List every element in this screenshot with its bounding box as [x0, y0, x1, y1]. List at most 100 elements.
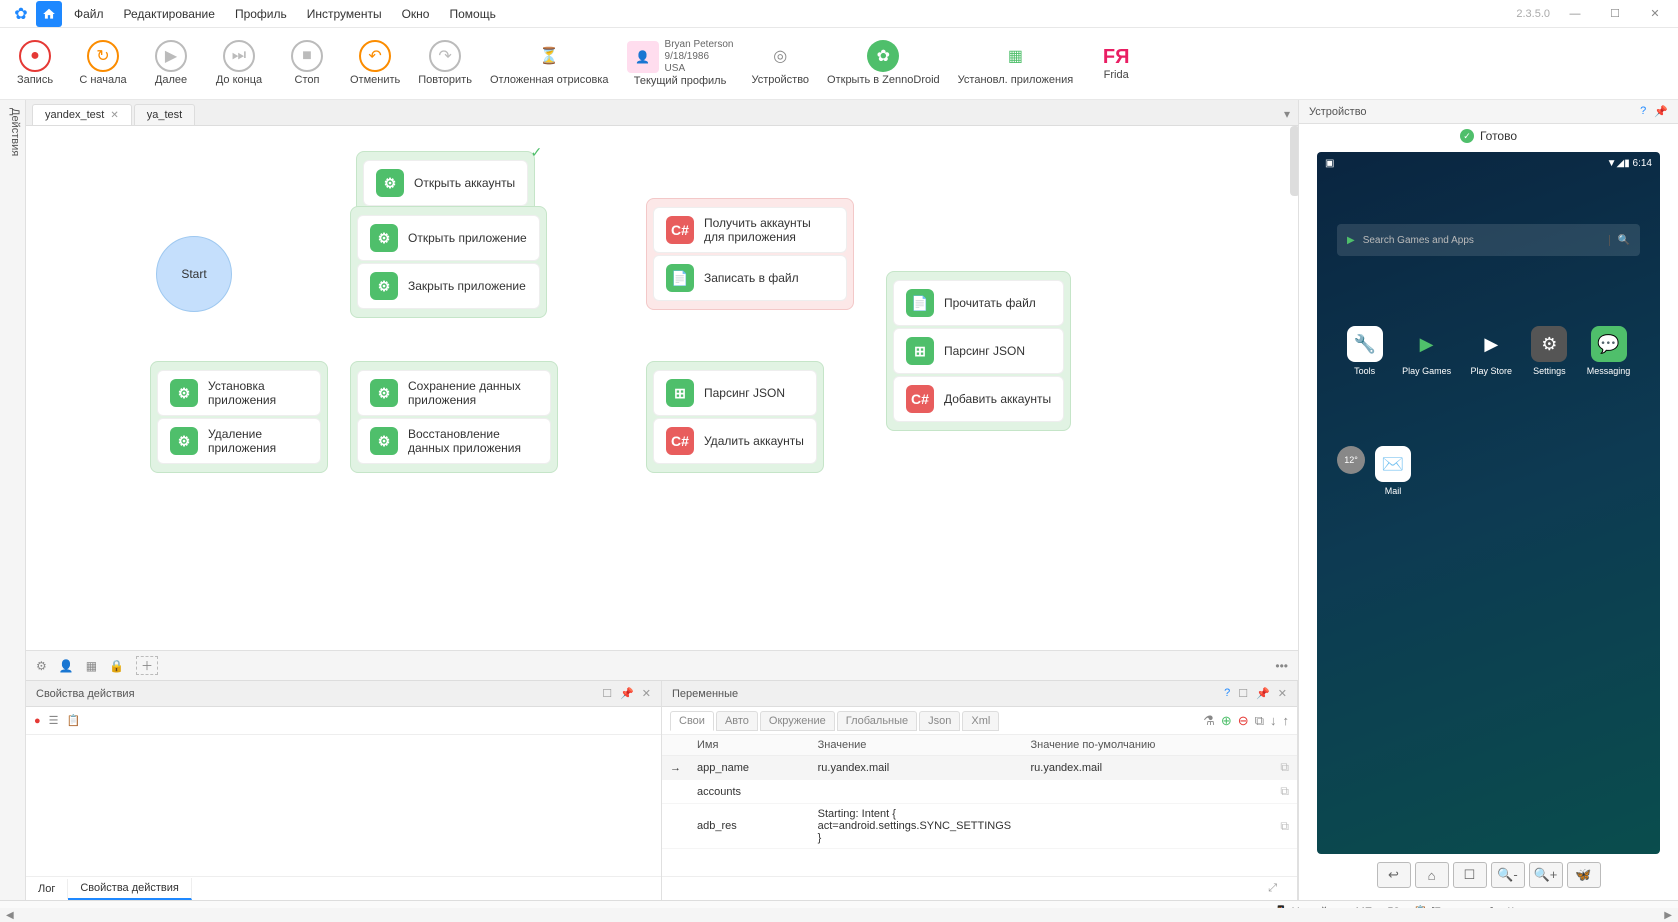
menu-tools[interactable]: Инструменты: [297, 3, 392, 25]
frida-button[interactable]: FЯFrida: [1091, 46, 1141, 81]
table-row[interactable]: accounts⧉: [662, 780, 1297, 804]
vars-tab-global[interactable]: Глобальные: [837, 711, 917, 731]
block-group-save[interactable]: ⚙Сохранение данных приложения ⚙Восстанов…: [350, 361, 558, 473]
copy-icon[interactable]: ⧉: [1255, 713, 1264, 729]
panel-title: Устройство: [1309, 106, 1367, 118]
list-icon[interactable]: ☰: [49, 714, 59, 727]
grid-icon[interactable]: ▦: [86, 659, 97, 673]
help-icon[interactable]: ?: [1640, 105, 1646, 118]
tab-close-icon[interactable]: ✕: [110, 110, 118, 121]
vars-tab-own[interactable]: Свои: [670, 711, 714, 731]
col-default[interactable]: Значение по-умолчанию: [1022, 735, 1272, 756]
copy-icon[interactable]: ⧉: [1272, 780, 1297, 804]
user-icon[interactable]: 👤: [59, 659, 74, 673]
app-play-games[interactable]: ▶Play Games: [1402, 326, 1451, 376]
open-zenno-button[interactable]: ✿Открыть в ZennoDroid: [827, 40, 940, 86]
gear-icon: ⚙: [370, 272, 398, 300]
filter-icon[interactable]: ⚗: [1203, 713, 1215, 729]
add-icon[interactable]: ＋: [136, 656, 158, 675]
menu-help[interactable]: Помощь: [439, 3, 505, 25]
list2-icon[interactable]: 📋: [67, 714, 81, 727]
recent-button[interactable]: ☐: [1453, 862, 1487, 888]
sidebar-actions-tab[interactable]: Действия: [0, 100, 26, 900]
pin-icon[interactable]: 📌: [1654, 105, 1668, 118]
menu-edit[interactable]: Редактирование: [114, 3, 225, 25]
pin-icon[interactable]: 📌: [620, 687, 634, 700]
zoom-in-button[interactable]: 🔍+: [1529, 862, 1563, 888]
copy-icon[interactable]: ⧉: [1272, 756, 1297, 780]
vars-tab-xml[interactable]: Xml: [962, 711, 999, 731]
stop-button[interactable]: ■Стоп: [282, 40, 332, 86]
block-group-app[interactable]: ⚙Открыть приложение ⚙Закрыть приложение: [350, 206, 547, 318]
start-node[interactable]: Start: [156, 236, 232, 312]
restart-button[interactable]: ↻С начала: [78, 40, 128, 86]
palette-button[interactable]: 🦋: [1567, 862, 1601, 888]
maximize-icon[interactable]: ☐: [1238, 687, 1248, 700]
block-group-get-accounts[interactable]: C#Получить аккаунты для приложения 📄Запи…: [646, 198, 854, 310]
tab-ya-test[interactable]: ya_test: [134, 104, 195, 125]
app-mail[interactable]: ✉️Mail: [1375, 446, 1411, 496]
menu-file[interactable]: Файл: [64, 3, 114, 25]
record-button[interactable]: ●Запись: [10, 40, 60, 86]
minimize-button[interactable]: —: [1560, 3, 1590, 25]
close-button[interactable]: ✕: [1640, 3, 1670, 25]
tab-log[interactable]: Лог: [26, 879, 68, 899]
up-icon[interactable]: ↑: [1283, 713, 1290, 728]
delayed-button[interactable]: ⏳Отложенная отрисовка: [490, 40, 609, 86]
maximize-icon[interactable]: ☐: [602, 687, 612, 700]
col-value[interactable]: Значение: [810, 735, 1023, 756]
installed-apps-button[interactable]: ▦Установл. приложения: [958, 40, 1074, 86]
tab-props[interactable]: Свойства действия: [68, 878, 192, 900]
tab-yandex-test[interactable]: yandex_test✕: [32, 104, 132, 125]
props-panel: Свойства действия ☐ 📌 ✕ ● ☰ 📋: [26, 681, 662, 900]
app-settings[interactable]: ⚙Settings: [1531, 326, 1567, 376]
gear-icon[interactable]: ⚙: [36, 659, 47, 673]
expand-icon[interactable]: ⤢: [1256, 878, 1289, 899]
flow-canvas[interactable]: Start ✓ ⚙Открыть аккаунты ⚙Открыть прило…: [26, 126, 1298, 650]
block-group-read[interactable]: 📄Прочитать файл ⊞Парсинг JSON C#Добавить…: [886, 271, 1071, 431]
copy-icon[interactable]: ⧉: [1272, 804, 1297, 849]
profile-button[interactable]: 👤 Bryan Peterson 9/18/1986 USA Текущий п…: [627, 39, 734, 87]
search-icon[interactable]: 🔍: [1609, 235, 1630, 246]
home-button[interactable]: ⌂: [1415, 862, 1449, 888]
add-icon[interactable]: ⊕: [1221, 713, 1232, 729]
lock-icon[interactable]: 🔒: [109, 659, 124, 673]
tabs-dropdown[interactable]: ▾: [1276, 103, 1298, 125]
block-label: Парсинг JSON: [704, 386, 785, 400]
block-group-parse[interactable]: ⊞Парсинг JSON C#Удалить аккаунты: [646, 361, 824, 473]
app-tools[interactable]: 🔧Tools: [1347, 326, 1383, 376]
scrollbar-thumb[interactable]: [1290, 126, 1298, 196]
menu-profile[interactable]: Профиль: [225, 3, 297, 25]
app-play-store[interactable]: ▶Play Store: [1470, 326, 1512, 376]
zoom-out-button[interactable]: 🔍-: [1491, 862, 1525, 888]
back-button[interactable]: ↩: [1377, 862, 1411, 888]
block-group-install[interactable]: ⚙Установка приложения ⚙Удаление приложен…: [150, 361, 328, 473]
repeat-button[interactable]: ↷Повторить: [418, 40, 472, 86]
col-name[interactable]: Имя: [689, 735, 810, 756]
menu-window[interactable]: Окно: [392, 3, 440, 25]
app-messaging[interactable]: 💬Messaging: [1587, 326, 1631, 376]
device-panel: Устройство ? 📌 ✓ Готово ▣ ▼◢▮ 6:14 ▶ Sea…: [1298, 100, 1678, 900]
android-screen[interactable]: ▣ ▼◢▮ 6:14 ▶ Search Games and Apps 🔍 🔧To…: [1317, 152, 1660, 854]
maximize-button[interactable]: ☐: [1600, 3, 1630, 25]
table-row[interactable]: →app_nameru.yandex.mailru.yandex.mail⧉: [662, 756, 1297, 780]
record-icon[interactable]: ●: [34, 715, 41, 727]
cancel-button[interactable]: ↶Отменить: [350, 40, 400, 86]
close-icon[interactable]: ✕: [1278, 687, 1287, 700]
close-icon[interactable]: ✕: [642, 687, 651, 700]
more-icon[interactable]: •••: [1275, 659, 1288, 673]
to-end-button[interactable]: ⏭До конца: [214, 40, 264, 86]
down-icon[interactable]: ↓: [1270, 713, 1277, 728]
device-button[interactable]: ◎Устройство: [751, 40, 809, 86]
vars-tab-json[interactable]: Json: [919, 711, 960, 731]
next-button[interactable]: ▶Далее: [146, 40, 196, 86]
help-icon[interactable]: ?: [1224, 687, 1230, 700]
home-button[interactable]: [36, 1, 62, 27]
vars-tab-auto[interactable]: Авто: [716, 711, 758, 731]
search-input[interactable]: ▶ Search Games and Apps 🔍: [1337, 224, 1640, 256]
table-row[interactable]: adb_resStarting: Intent { act=android.se…: [662, 804, 1297, 849]
vars-panel: Переменные ? ☐ 📌 ✕ Свои Авто Окружение Г…: [662, 681, 1298, 900]
pin-icon[interactable]: 📌: [1256, 687, 1270, 700]
remove-icon[interactable]: ⊖: [1238, 713, 1249, 729]
vars-tab-env[interactable]: Окружение: [760, 711, 835, 731]
